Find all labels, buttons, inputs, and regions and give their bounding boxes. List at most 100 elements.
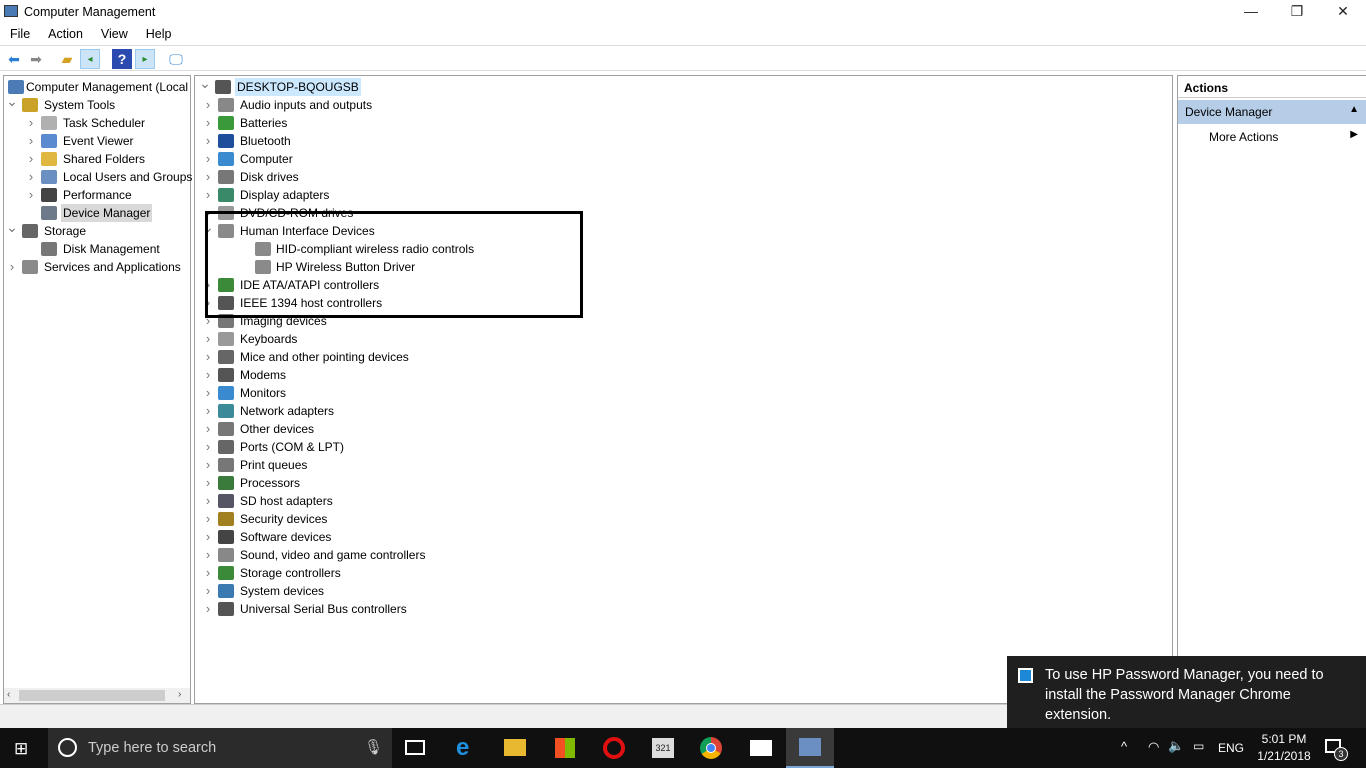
console-tree-item[interactable]: › Event Viewer: [4, 132, 190, 150]
expand-chevron-icon[interactable]: ›: [202, 492, 214, 510]
console-tree-item[interactable]: ⌄ System Tools: [4, 93, 190, 114]
mail-icon[interactable]: [750, 740, 772, 756]
media-player-icon[interactable]: 321: [652, 738, 674, 758]
expand-chevron-icon[interactable]: ›: [202, 168, 214, 186]
expand-chevron-icon[interactable]: ›: [202, 186, 214, 204]
more-actions-item[interactable]: More Actions ▶: [1178, 126, 1366, 146]
menu-view[interactable]: View: [91, 24, 136, 41]
device-tree-item[interactable]: › Print queues: [195, 456, 1172, 474]
expand-chevron-icon[interactable]: ›: [202, 96, 214, 114]
volume-icon[interactable]: 🔈: [1168, 738, 1184, 754]
opera-icon[interactable]: [603, 737, 625, 759]
search-box[interactable]: Type here to search 🎙: [48, 728, 392, 768]
collapse-icon[interactable]: ▲: [1349, 104, 1359, 115]
notification-toast[interactable]: To use HP Password Manager, you need to …: [1007, 656, 1366, 728]
show-hide-action-pane-icon[interactable]: ▸: [135, 49, 155, 69]
console-tree-item[interactable]: › Task Scheduler: [4, 114, 190, 132]
device-tree-item[interactable]: › Mice and other pointing devices: [195, 348, 1172, 366]
battery-icon[interactable]: ▭: [1193, 739, 1204, 753]
device-tree-item[interactable]: › Batteries: [195, 114, 1172, 132]
back-icon[interactable]: ⬅: [4, 49, 24, 69]
expand-chevron-icon[interactable]: ›: [202, 456, 214, 474]
maximize-button[interactable]: ❐: [1274, 0, 1320, 24]
clock[interactable]: 5:01 PM 1/21/2018: [1254, 731, 1314, 765]
console-tree-item[interactable]: Device Manager: [4, 204, 190, 222]
minimize-button[interactable]: —: [1228, 0, 1274, 24]
device-tree-item[interactable]: › Universal Serial Bus controllers: [195, 600, 1172, 618]
expand-chevron-icon[interactable]: ›: [202, 600, 214, 618]
device-tree-item[interactable]: › Processors: [195, 474, 1172, 492]
device-tree-item[interactable]: › Storage controllers: [195, 564, 1172, 582]
expand-chevron-icon[interactable]: ›: [25, 114, 37, 132]
store-icon[interactable]: [555, 738, 575, 758]
up-folder-icon[interactable]: ▰: [57, 49, 77, 69]
expand-chevron-icon[interactable]: ›: [202, 132, 214, 150]
expand-chevron-icon[interactable]: ›: [202, 474, 214, 492]
device-tree-item[interactable]: › Software devices: [195, 528, 1172, 546]
collapse-chevron-icon[interactable]: ⌄: [6, 92, 18, 110]
console-tree-item[interactable]: Computer Management (Local: [4, 78, 190, 96]
device-tree-item[interactable]: › Display adapters: [195, 186, 1172, 204]
console-tree-item[interactable]: › Services and Applications: [4, 258, 190, 276]
wifi-icon[interactable]: ◠: [1148, 739, 1159, 755]
help-icon[interactable]: ?: [112, 49, 132, 69]
console-tree-item[interactable]: Disk Management: [4, 240, 190, 258]
file-explorer-icon[interactable]: [504, 739, 526, 756]
start-windows-icon[interactable]: ⊞: [14, 740, 32, 757]
horizontal-scrollbar[interactable]: ‹ ›: [4, 688, 190, 703]
device-tree-item[interactable]: › Ports (COM & LPT): [195, 438, 1172, 456]
expand-chevron-icon[interactable]: ›: [202, 546, 214, 564]
device-tree-item[interactable]: › Security devices: [195, 510, 1172, 528]
device-tree-item[interactable]: › Keyboards: [195, 330, 1172, 348]
expand-chevron-icon[interactable]: ›: [25, 186, 37, 204]
microphone-icon[interactable]: 🎙: [364, 738, 383, 756]
tree-root-computer[interactable]: ⌄ DESKTOP-BQOUGSB: [195, 75, 1172, 96]
console-tree-item[interactable]: › Local Users and Groups: [4, 168, 192, 186]
device-tree-item[interactable]: › Bluetooth: [195, 132, 1172, 150]
computer-management-taskbar-button[interactable]: [786, 728, 834, 768]
expand-chevron-icon[interactable]: ›: [202, 528, 214, 546]
scrollbar-thumb[interactable]: [19, 690, 165, 701]
device-tree-item[interactable]: › Network adapters: [195, 402, 1172, 420]
expand-chevron-icon[interactable]: ›: [202, 348, 214, 366]
show-hide-console-tree-icon[interactable]: ◂: [80, 49, 100, 69]
device-tree-item[interactable]: › Sound, video and game controllers: [195, 546, 1172, 564]
expand-chevron-icon[interactable]: ›: [202, 564, 214, 582]
device-tree-item[interactable]: › Disk drives: [195, 168, 1172, 186]
expand-chevron-icon[interactable]: ›: [202, 582, 214, 600]
device-tree-item[interactable]: › Audio inputs and outputs: [195, 96, 1172, 114]
expand-chevron-icon[interactable]: ›: [202, 384, 214, 402]
scan-hardware-icon[interactable]: 🖵: [166, 49, 186, 69]
actions-section-device-manager[interactable]: Device Manager ▲: [1178, 100, 1366, 124]
menu-help[interactable]: Help: [136, 24, 180, 41]
menu-action[interactable]: Action: [38, 24, 91, 41]
expand-chevron-icon[interactable]: ›: [25, 150, 37, 168]
menu-file[interactable]: File: [0, 24, 38, 41]
device-tree-item[interactable]: › System devices: [195, 582, 1172, 600]
expand-chevron-icon[interactable]: ›: [202, 366, 214, 384]
show-hidden-icons-chevron[interactable]: ^: [1121, 739, 1127, 754]
expand-chevron-icon[interactable]: ›: [202, 114, 214, 132]
device-tree-item[interactable]: › Modems: [195, 366, 1172, 384]
expand-chevron-icon[interactable]: ›: [25, 132, 37, 150]
console-tree-item[interactable]: › Performance: [4, 186, 190, 204]
device-tree-item[interactable]: › SD host adapters: [195, 492, 1172, 510]
collapse-chevron-icon[interactable]: ⌄: [199, 74, 211, 92]
close-button[interactable]: ✕: [1320, 0, 1366, 24]
expand-chevron-icon[interactable]: ›: [202, 420, 214, 438]
console-tree-item[interactable]: ⌄ Storage: [4, 219, 190, 240]
expand-chevron-icon[interactable]: ›: [25, 168, 37, 186]
expand-chevron-icon[interactable]: ›: [202, 402, 214, 420]
chrome-icon[interactable]: [700, 737, 722, 759]
expand-chevron-icon[interactable]: ›: [202, 510, 214, 528]
expand-chevron-icon[interactable]: ›: [202, 150, 214, 168]
expand-chevron-icon[interactable]: ›: [202, 330, 214, 348]
console-tree-item[interactable]: › Shared Folders: [4, 150, 190, 168]
collapse-chevron-icon[interactable]: ⌄: [6, 218, 18, 236]
expand-chevron-icon[interactable]: ›: [6, 258, 18, 276]
expand-chevron-icon[interactable]: ›: [202, 438, 214, 456]
device-tree-item[interactable]: › Other devices: [195, 420, 1172, 438]
device-tree-item[interactable]: › Monitors: [195, 384, 1172, 402]
forward-icon[interactable]: ➡: [26, 49, 46, 69]
edge-icon[interactable]: e: [456, 734, 469, 762]
